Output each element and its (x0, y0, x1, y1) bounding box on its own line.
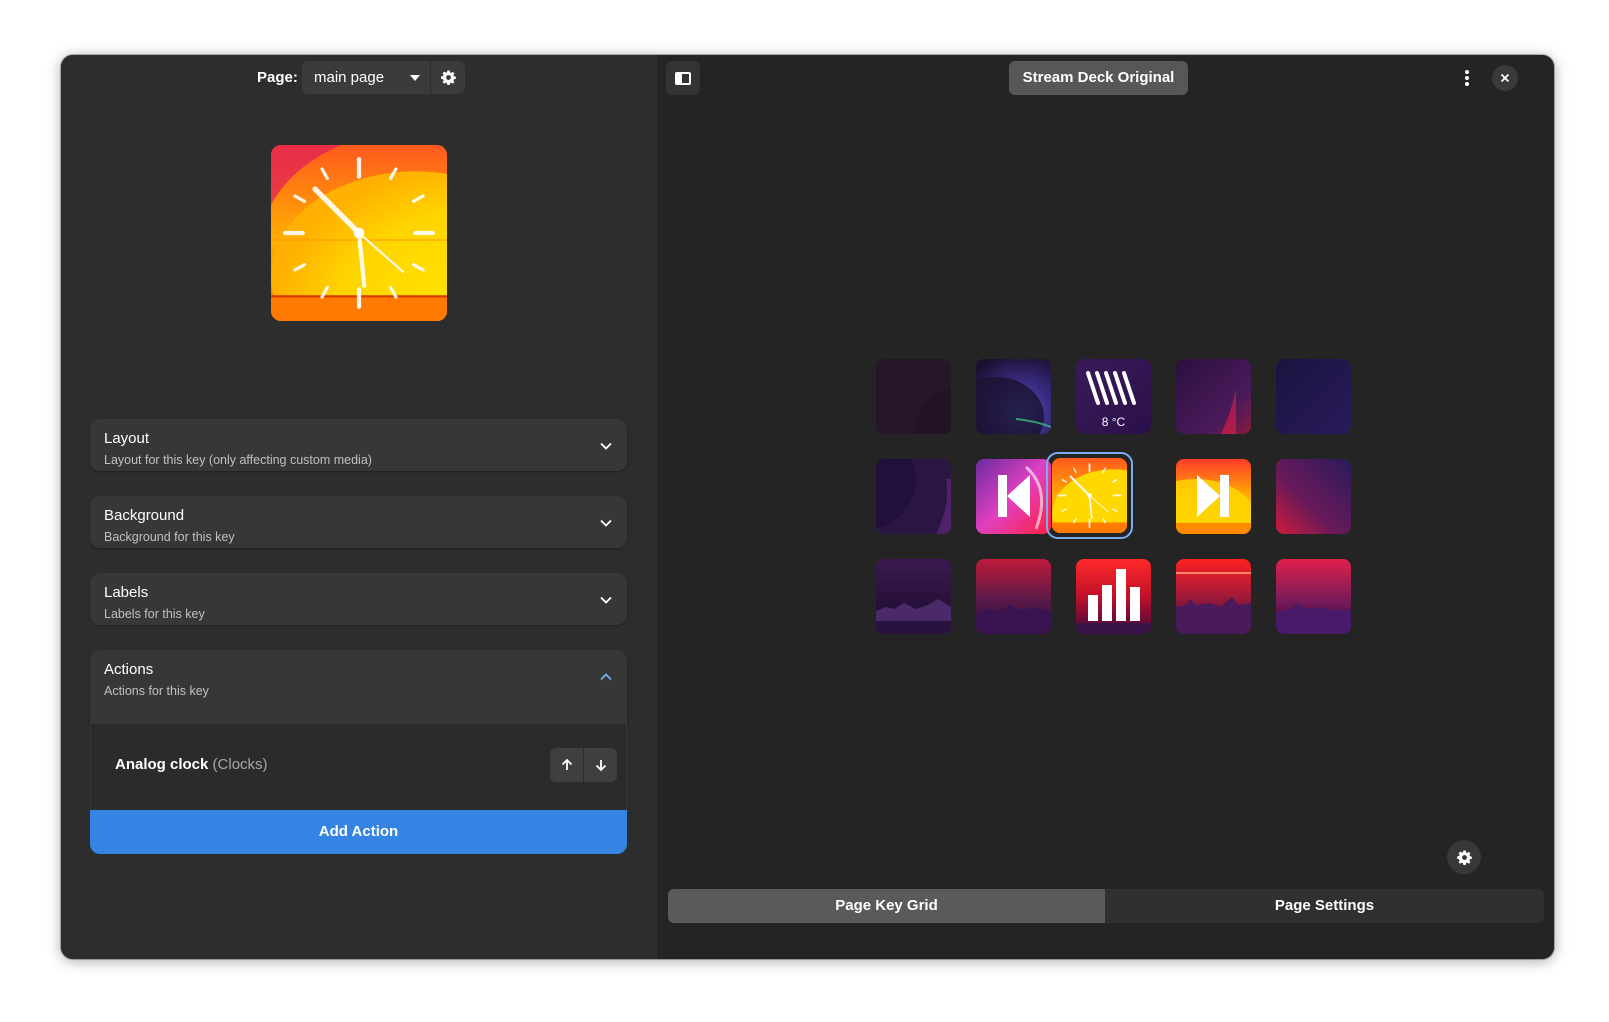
actions-expander-title: Actions (104, 661, 154, 678)
actions-list: Analog clock (Clocks) (90, 724, 627, 810)
sidebar-icon (675, 71, 691, 85)
deck-key-2[interactable] (976, 359, 1051, 434)
deck-key-clock[interactable] (1052, 458, 1127, 533)
weather-temperature: 8 °C (1101, 415, 1126, 429)
deck-key-12[interactable] (976, 559, 1051, 634)
action-title: Analog clock (115, 756, 209, 773)
chevron-down-icon (600, 519, 612, 527)
background-expander-subtitle: Background for this key (104, 530, 235, 544)
clock-icon (271, 145, 447, 321)
add-action-button[interactable]: Add Action (90, 810, 627, 854)
chevron-down-icon (600, 442, 612, 450)
previous-track-icon (976, 459, 1051, 534)
deck-key-10[interactable] (1276, 459, 1351, 534)
layout-expander-subtitle: Layout for this key (only affecting cust… (104, 453, 372, 467)
deck-key-4[interactable] (1176, 359, 1251, 434)
key-background-image (1276, 459, 1351, 534)
page-selector-value: main page (314, 69, 385, 86)
gear-icon (441, 70, 456, 85)
main-menu-button[interactable] (1452, 63, 1482, 93)
key-background-image (1176, 359, 1251, 434)
action-name: Analog clock (Clocks) (115, 756, 268, 773)
deck-key-14[interactable] (1176, 559, 1251, 634)
chevron-down-icon (600, 596, 612, 604)
arrow-up-icon (561, 758, 573, 770)
clock-icon (1052, 458, 1127, 533)
previous-track-key[interactable] (976, 459, 1051, 534)
key-preview-image (271, 145, 447, 321)
page-selector-dropdown[interactable]: main page (302, 61, 430, 94)
page-label: Page: (257, 69, 298, 86)
next-track-key[interactable] (1176, 459, 1251, 534)
actions-expander-subtitle: Actions for this key (104, 684, 209, 698)
chevron-up-icon (600, 673, 612, 681)
labels-expander-subtitle: Labels for this key (104, 607, 205, 621)
deck-key-6[interactable] (876, 459, 951, 534)
deck-key-1[interactable] (876, 359, 951, 434)
page-settings-button[interactable] (431, 61, 465, 94)
page-header: Page: main page (61, 55, 657, 105)
tab-page-settings[interactable]: Page Settings (1105, 889, 1544, 923)
layout-expander[interactable]: Layout Layout for this key (only affecti… (90, 419, 627, 471)
gear-icon (1457, 850, 1472, 865)
deck-view: Stream Deck Original 8 °C Page Key Grid … (657, 55, 1554, 959)
deck-key-weather[interactable]: 8 °C (1076, 359, 1151, 434)
labels-expander-title: Labels (104, 584, 149, 601)
deck-settings-button[interactable] (1447, 840, 1481, 874)
move-action-down-button[interactable] (583, 748, 617, 782)
next-track-icon (1176, 459, 1251, 534)
chevron-down-icon (410, 75, 420, 81)
app-window: Page: main page Layout Layout for this k… (61, 55, 1554, 959)
layout-expander-title: Layout (104, 430, 150, 447)
arrow-down-icon (595, 760, 606, 772)
key-background-image (976, 359, 1051, 434)
deck-selector-button[interactable]: Stream Deck Original (1009, 61, 1188, 95)
close-icon (1500, 73, 1510, 83)
tab-page-key-grid[interactable]: Page Key Grid (668, 889, 1105, 923)
move-action-up-button[interactable] (550, 748, 584, 782)
actions-expander[interactable]: Actions Actions for this key (90, 650, 627, 724)
equalizer-key[interactable] (1076, 559, 1151, 634)
kebab-menu-icon (1465, 70, 1469, 86)
key-background-image (876, 359, 951, 434)
deck-key-11[interactable] (876, 559, 951, 634)
view-switcher: Page Key Grid Page Settings (668, 889, 1544, 923)
labels-expander[interactable]: Labels Labels for this key (90, 573, 627, 625)
deck-key-15[interactable] (1276, 559, 1351, 634)
deck-key-5[interactable] (1276, 359, 1351, 434)
key-background-image (1176, 559, 1251, 634)
background-expander-title: Background (104, 507, 185, 524)
action-category: (Clocks) (212, 756, 268, 773)
key-background-image (976, 559, 1051, 634)
key-background-image (876, 459, 951, 534)
key-background-image (1276, 559, 1351, 634)
close-window-button[interactable] (1492, 65, 1518, 91)
key-background-image (1276, 359, 1351, 434)
sidebar-toggle-button[interactable] (666, 61, 700, 95)
background-expander[interactable]: Background Background for this key (90, 496, 627, 548)
key-background-image (876, 559, 951, 634)
key-editor-sidebar: Page: main page Layout Layout for this k… (61, 55, 657, 959)
equalizer-icon (1076, 559, 1151, 634)
